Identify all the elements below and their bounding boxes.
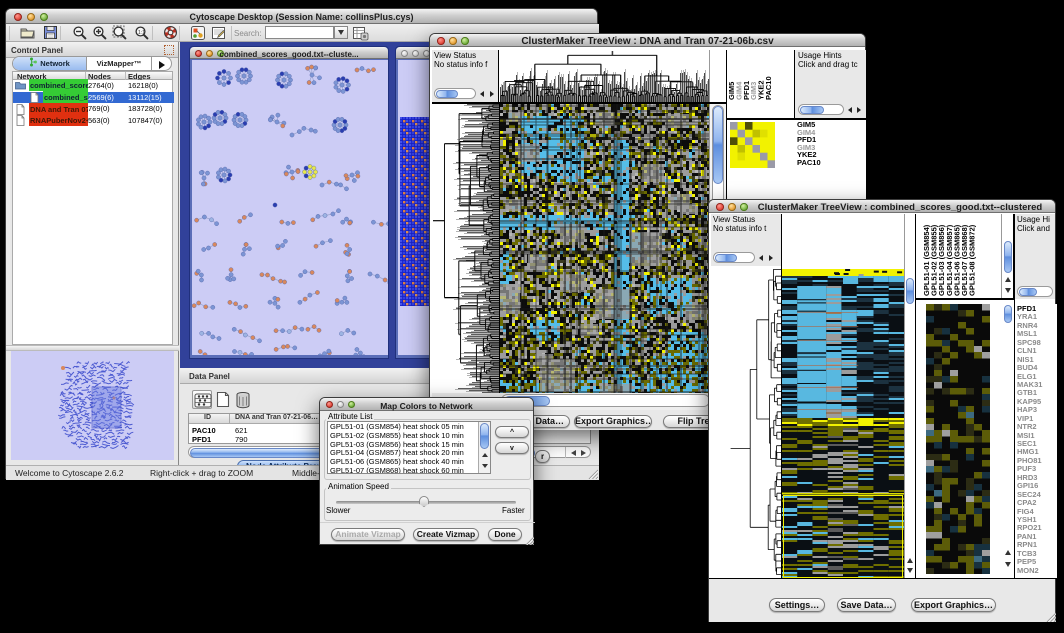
svg-text:GPL51-08 (GSM872): GPL51-08 (GSM872) <box>968 224 977 296</box>
svg-text:PAC10: PAC10 <box>764 76 773 100</box>
svg-text:1:1: 1:1 <box>138 30 145 36</box>
